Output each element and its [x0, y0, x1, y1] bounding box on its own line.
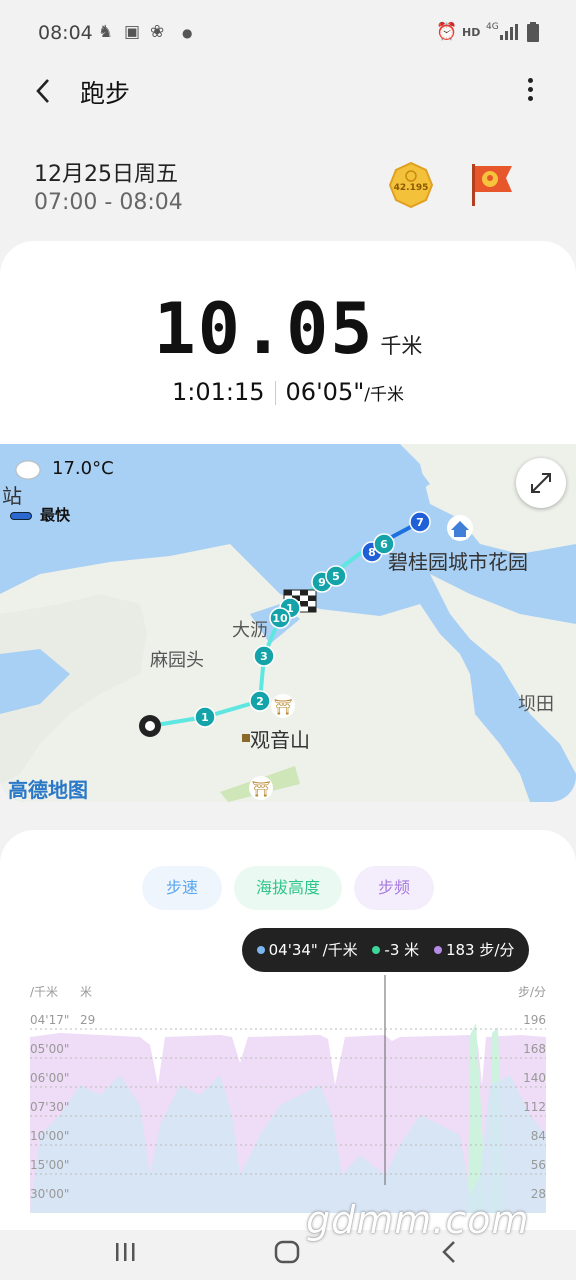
- pace-value: 06'05": [285, 378, 365, 406]
- marathon-badge[interactable]: 42.195: [388, 161, 434, 209]
- map-provider-logo: 高德地图: [8, 778, 88, 802]
- home-button[interactable]: [267, 1234, 307, 1270]
- km-marker-7: 5: [325, 565, 347, 587]
- network-label: 4G: [486, 22, 499, 32]
- altitude-tick: 29: [80, 1013, 95, 1027]
- cadence-tick: 84: [531, 1129, 546, 1143]
- svg-text:3: 3: [260, 650, 268, 663]
- svg-text:10: 10: [272, 612, 288, 625]
- tooltip-altitude: -3 米: [384, 941, 420, 959]
- tooltip-cadence: 183 步/分: [445, 941, 515, 959]
- recents-button[interactable]: [106, 1234, 146, 1270]
- back-button[interactable]: [30, 74, 58, 108]
- pace-tick: 04'17": [30, 1013, 69, 1027]
- system-nav-bar: [0, 1226, 576, 1280]
- km-marker-10: 7: [409, 511, 431, 533]
- svg-text:5: 5: [332, 570, 340, 583]
- svg-text:⛩: ⛩: [251, 780, 270, 798]
- pace-unit-label: /千米: [30, 985, 58, 999]
- chart-tooltip: 04'34" /千米 -3 米 183 步/分: [242, 928, 529, 972]
- svg-text:⛩: ⛩: [273, 698, 292, 716]
- duration-pace-line: 1:01:15 06'05"/千米: [0, 378, 576, 406]
- badge-text: 42.195: [394, 183, 429, 193]
- map-label-place4: 观音山: [250, 728, 310, 752]
- nav-back-icon: [442, 1241, 455, 1263]
- fastest-label: 最快: [40, 506, 71, 524]
- pace-tick: 10'00": [30, 1129, 69, 1143]
- pace-tick: 06'00": [30, 1071, 69, 1085]
- location-badge[interactable]: [470, 160, 516, 208]
- svg-text:1: 1: [201, 711, 209, 724]
- cadence-tick: 168: [523, 1042, 546, 1056]
- dot-icon: ●: [182, 26, 193, 40]
- hd-label: HD: [462, 26, 481, 39]
- metrics-chart[interactable]: /千米 米 步/分 04'17" 05'00" 06'00" 07'30" 10'00" 15'…: [0, 972, 576, 1215]
- app-bar: 跑步: [0, 66, 576, 116]
- cadence-tick: 56: [531, 1158, 546, 1172]
- pace-tick: 30'00": [30, 1187, 69, 1201]
- map-label-place3: 大沥: [232, 620, 268, 641]
- home-icon: [274, 1240, 300, 1264]
- km-marker-5: 10: [269, 607, 291, 629]
- flag-icon: [472, 164, 512, 206]
- kebab-icon: [518, 78, 542, 101]
- map-label-place5: 坝田: [518, 694, 554, 715]
- svg-text:2: 2: [256, 695, 264, 708]
- distance-display: 10.05 千米: [0, 288, 576, 370]
- altitude-unit-label: 米: [80, 985, 92, 999]
- nav-back-button[interactable]: [430, 1234, 470, 1270]
- km-marker-2: 2: [249, 690, 271, 712]
- route-map[interactable]: ⛩ ⛩ 1 2 3 1 10 9 5 8 6 7 17.0°C 站 最快 碧桂园城市花园 麻园头 …: [0, 444, 576, 802]
- status-time: 08:04: [38, 22, 93, 44]
- map-label-place2: 麻园头: [150, 650, 204, 671]
- cadence-tick: 112: [523, 1100, 546, 1114]
- tab-altitude[interactable]: 海拔高度: [234, 866, 342, 910]
- alarm-icon: ⏰: [436, 22, 458, 42]
- recents-icon: [116, 1243, 135, 1261]
- session-time-range: 07:00 - 08:04: [34, 190, 183, 215]
- signal-icon: [500, 24, 518, 44]
- page-title: 跑步: [80, 79, 131, 108]
- pace-tick: 07'30": [30, 1100, 69, 1114]
- app-icon: ❀: [150, 22, 165, 42]
- svg-text:7: 7: [416, 516, 424, 529]
- medal-icon: 42.195: [388, 161, 434, 209]
- fastest-legend: 最快: [10, 504, 70, 525]
- pace-unit: /千米: [364, 385, 404, 405]
- cadence-tick: 140: [523, 1071, 546, 1085]
- distance-unit: 千米: [380, 334, 423, 358]
- tab-cadence[interactable]: 步频: [354, 866, 434, 910]
- session-date: 12月25日周五: [34, 162, 178, 187]
- tooltip-pace: 04'34" /千米: [268, 941, 358, 959]
- expand-icon: [531, 473, 551, 493]
- chevron-left-icon: [36, 79, 49, 103]
- pace-tick: 15'00": [30, 1158, 69, 1172]
- km-marker-1: 1: [194, 706, 216, 728]
- duration-value: 1:01:15: [172, 378, 265, 406]
- expand-map-button[interactable]: [516, 458, 566, 508]
- person-icon: ♞: [98, 22, 114, 42]
- chart-svg: /千米 米 步/分 04'17" 05'00" 06'00" 07'30" 10'00" 15'…: [30, 972, 546, 1213]
- temperature: 17.0°C: [52, 458, 114, 479]
- cadence-tick: 196: [523, 1013, 546, 1027]
- more-options-button[interactable]: [518, 74, 542, 108]
- distance-value: 10.05: [153, 288, 375, 370]
- svg-text:9: 9: [318, 576, 326, 589]
- image-icon: ▣: [124, 22, 141, 42]
- battery-icon: [527, 22, 539, 46]
- cadence-unit-label: 步/分: [518, 985, 546, 999]
- map-label-place1: 碧桂园城市花园: [388, 550, 528, 574]
- cadence-tick: 28: [531, 1187, 546, 1201]
- tab-pace[interactable]: 步速: [142, 866, 222, 910]
- km-marker-3: 3: [253, 645, 275, 667]
- pace-tick: 05'00": [30, 1042, 69, 1056]
- svg-text:6: 6: [380, 538, 388, 551]
- status-bar: 08:04 ♞ ▣ ❀ ● ⏰ HD 4G: [0, 0, 576, 66]
